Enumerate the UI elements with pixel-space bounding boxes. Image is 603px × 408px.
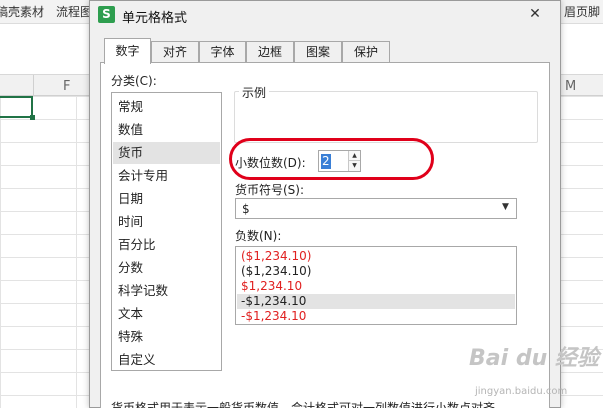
category-item-percentage[interactable]: 百分比 [113,234,220,256]
toolbar-item-templates[interactable]: 稿壳素材 [0,3,44,20]
decimal-places-value[interactable]: 2 [321,154,331,169]
category-item-text[interactable]: 文本 [113,303,220,325]
tab-border[interactable]: 边框 [246,41,294,63]
preview-group: 示例 [234,84,538,143]
column-header-f[interactable]: F [63,79,70,94]
decimal-places-stepper[interactable]: 2 ▲ ▼ [318,150,361,172]
preview-label: 示例 [239,84,270,101]
category-list[interactable]: 常规 数值 货币 会计专用 日期 时间 百分比 分数 科学记数 文本 特殊 自定… [111,92,222,371]
toolbar-item-header-footer[interactable]: 眉页脚 [564,3,600,20]
tab-protection[interactable]: 保护 [342,41,390,63]
negative-option[interactable]: ($1,234.10) [237,249,515,264]
currency-symbol-select[interactable]: $ ▼ [235,198,517,219]
tab-pattern[interactable]: 图案 [294,41,342,63]
tab-number[interactable]: 数字 [104,38,151,64]
column-header-m[interactable]: M [565,79,576,94]
column-divider [33,75,34,97]
spin-down-icon[interactable]: ▼ [348,161,360,171]
wps-sheet-icon: S [98,6,115,23]
dialog-title: 单元格格式 [122,11,188,26]
category-item-date[interactable]: 日期 [113,188,220,210]
format-cells-dialog: S 单元格格式 ✕ 数字 对齐 字体 边框 图案 保护 分类(C): 常规 数值… [89,0,561,408]
format-description: 货币格式用于表示一般货币数值。会计格式可对一列数值进行小数点对齐。 [111,401,508,408]
category-item-general[interactable]: 常规 [113,96,220,118]
number-tab-panel: 分类(C): 常规 数值 货币 会计专用 日期 时间 百分比 分数 科学记数 文… [100,62,550,408]
category-item-custom[interactable]: 自定义 [113,349,220,371]
dialog-titlebar[interactable]: S 单元格格式 ✕ [90,1,560,29]
negative-option[interactable]: -$1,234.10 [237,309,515,324]
currency-symbol-value: $ [242,202,250,216]
category-item-fraction[interactable]: 分数 [113,257,220,279]
negative-numbers-list[interactable]: ($1,234.10) ($1,234.10) $1,234.10 -$1,23… [235,246,517,325]
category-label: 分类(C): [111,74,157,88]
tab-font[interactable]: 字体 [199,41,246,63]
negative-option[interactable]: ($1,234.10) [237,264,515,279]
category-item-scientific[interactable]: 科学记数 [113,280,220,302]
close-button[interactable]: ✕ [520,4,550,24]
negative-option[interactable]: $1,234.10 [237,279,515,294]
negative-numbers-label: 负数(N): [235,229,282,243]
category-item-special[interactable]: 特殊 [113,326,220,348]
tab-alignment[interactable]: 对齐 [151,41,199,63]
category-item-currency[interactable]: 货币 [113,142,220,164]
category-item-time[interactable]: 时间 [113,211,220,233]
selected-cell[interactable] [0,96,35,120]
category-item-number[interactable]: 数值 [113,119,220,141]
spin-up-icon[interactable]: ▲ [348,151,360,161]
toolbar-item-flowchart[interactable]: 流程图 [56,3,92,20]
dropdown-caret-icon[interactable]: ▼ [502,202,509,212]
category-item-accounting[interactable]: 会计专用 [113,165,220,187]
negative-option-selected[interactable]: -$1,234.10 [237,294,515,309]
decimal-places-label: 小数位数(D): [235,156,306,170]
currency-symbol-label: 货币符号(S): [235,183,305,197]
